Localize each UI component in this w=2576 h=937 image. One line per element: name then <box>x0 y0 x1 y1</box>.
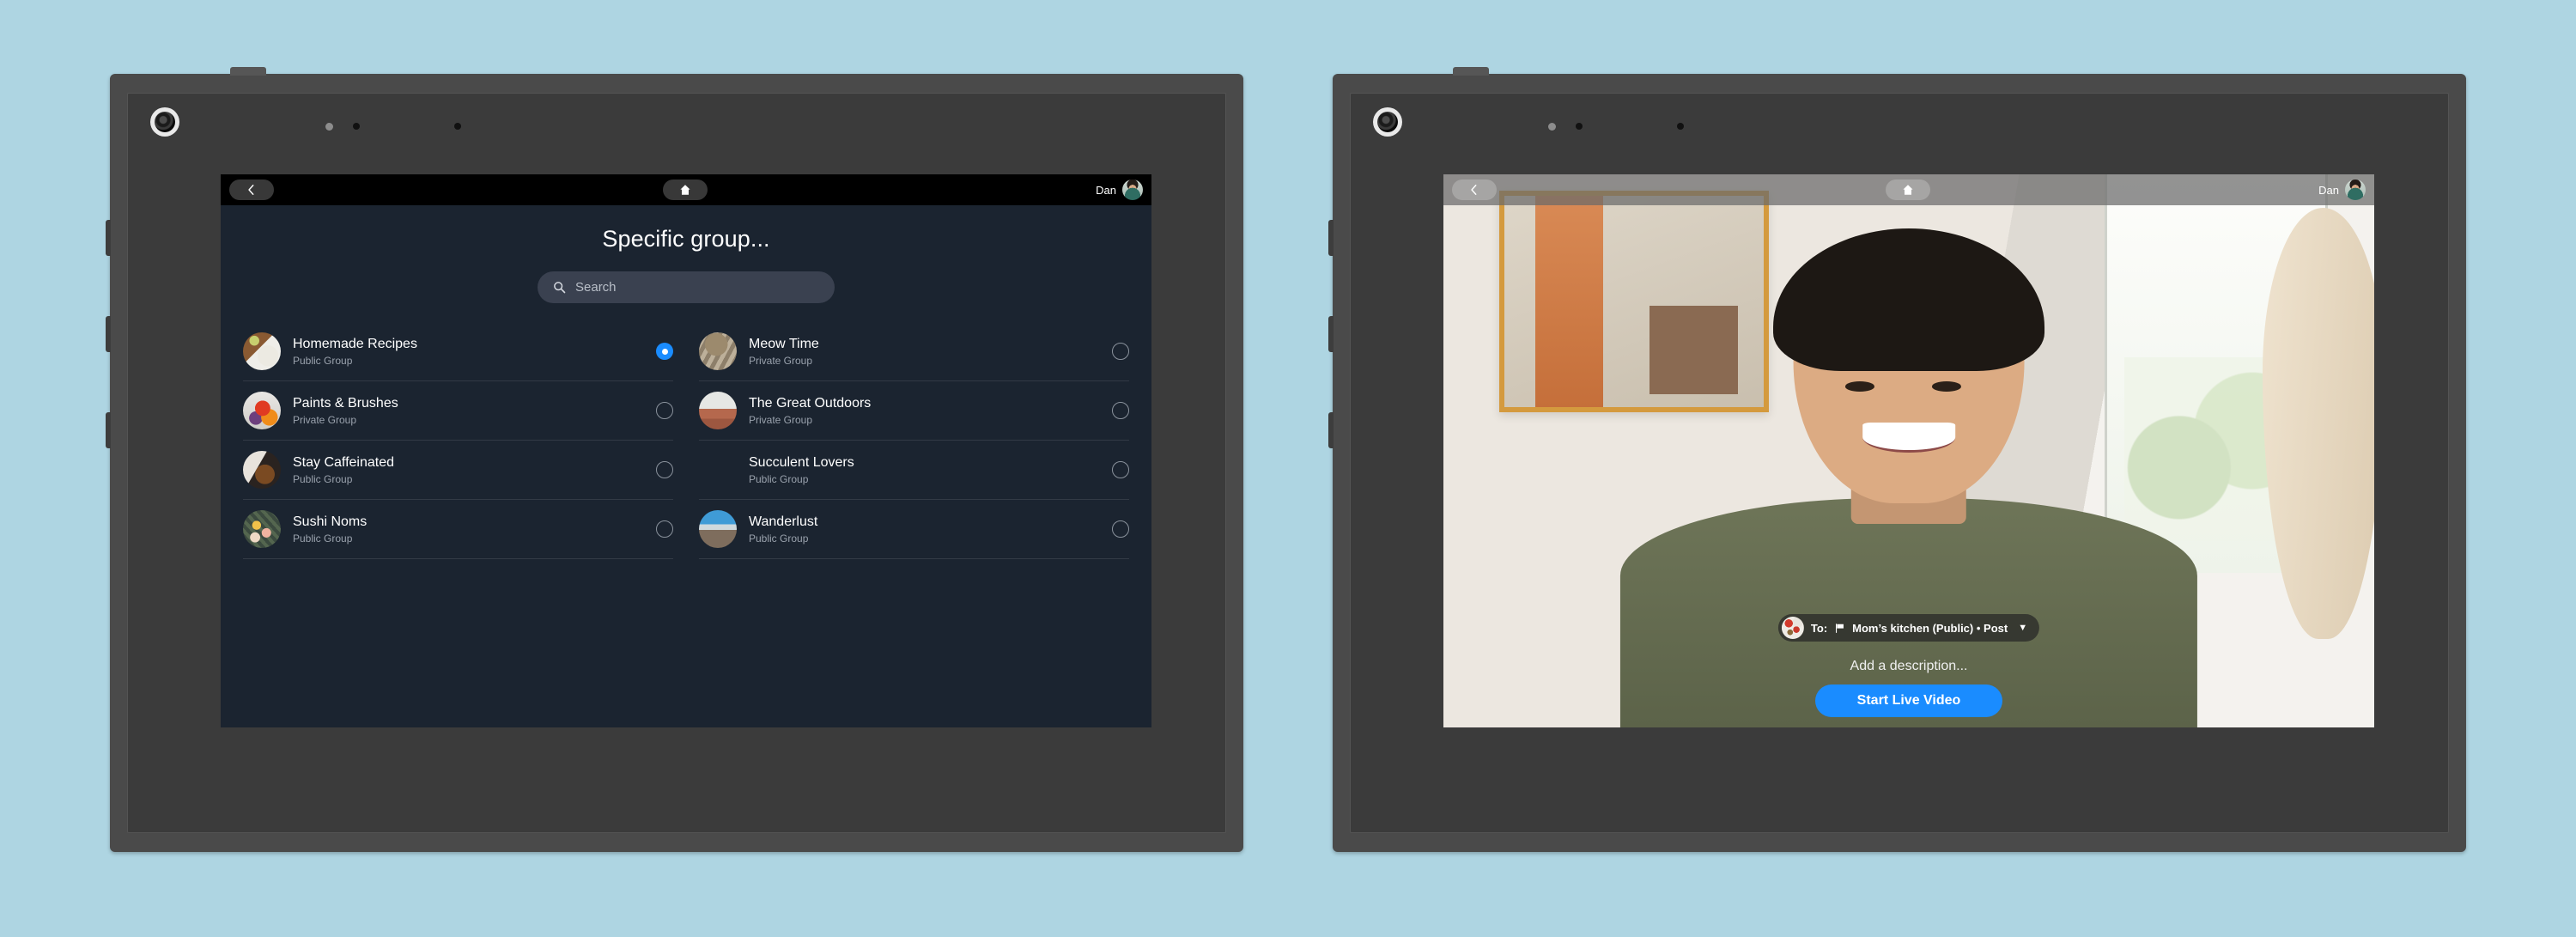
device-right: Dan To: Mom’s kitchen (Public) • Post ▼ … <box>1328 67 2466 852</box>
group-name: Meow Time <box>749 336 819 351</box>
group-name: Wanderlust <box>749 514 818 529</box>
group-name: Paints & Brushes <box>293 395 398 411</box>
group-text: Meow Time Private Group <box>749 336 1100 368</box>
screen-group-picker: Dan Specific group... Search Homemade Re… <box>221 174 1151 727</box>
front-camera-icon <box>150 107 179 137</box>
group-list-item[interactable]: Meow Time Private Group <box>699 322 1129 381</box>
group-radio-button[interactable] <box>1112 343 1129 360</box>
group-thumbnail-mountain-vista <box>699 510 737 548</box>
composer-overlay: To: Mom’s kitchen (Public) • Post ▼ Add … <box>1443 174 2374 727</box>
group-name: Succulent Lovers <box>749 454 854 470</box>
device-left-bezel-surface: Dan Specific group... Search Homemade Re… <box>127 93 1226 833</box>
group-privacy: Private Group <box>749 355 813 368</box>
group-list-item[interactable]: The Great Outdoors Private Group <box>699 381 1129 441</box>
group-radio-button[interactable] <box>1112 461 1129 478</box>
group-thumbnail-desert-hiker <box>699 392 737 429</box>
sensor-dot-dark-2 <box>454 123 461 130</box>
device-left-side-button-2[interactable] <box>106 316 111 352</box>
audience-selector[interactable]: To: Mom’s kitchen (Public) • Post ▼ <box>1777 614 2040 642</box>
sensor-dot-light <box>325 123 333 131</box>
sensor-dot-dark-2 <box>1677 123 1684 130</box>
group-thumbnail-food-plate <box>243 332 281 370</box>
device-left-side-button-3[interactable] <box>106 412 111 448</box>
device-right-side-button-2[interactable] <box>1328 316 1334 352</box>
back-button[interactable] <box>229 179 274 200</box>
group-thumbnail-tabby-cat <box>699 332 737 370</box>
group-name: Stay Caffeinated <box>293 454 395 470</box>
group-radio-button[interactable] <box>656 402 673 419</box>
screenshot-canvas: Dan Specific group... Search Homemade Re… <box>0 0 2576 937</box>
sensor-dot-dark-1 <box>1576 123 1583 130</box>
page-title: Specific group... <box>602 226 770 252</box>
device-left-side-button-1[interactable] <box>106 220 111 256</box>
group-privacy: Private Group <box>293 414 357 427</box>
group-thumbnail-latte-cup <box>243 451 281 489</box>
sensor-dot-dark-1 <box>353 123 360 130</box>
group-text: The Great Outdoors Private Group <box>749 395 1100 427</box>
group-list-item[interactable]: Wanderlust Public Group <box>699 500 1129 559</box>
flag-icon <box>1836 623 1844 633</box>
search-input[interactable]: Search <box>538 271 835 303</box>
group-privacy: Private Group <box>749 414 813 427</box>
group-thumbnail-succulents <box>699 451 737 489</box>
search-icon <box>554 282 566 294</box>
group-text: Stay Caffeinated Public Group <box>293 454 644 486</box>
group-name: The Great Outdoors <box>749 395 872 411</box>
nav-user-name: Dan <box>1096 183 1116 197</box>
sensor-dot-light <box>1548 123 1556 131</box>
group-list-item[interactable]: Paints & Brushes Private Group <box>243 381 673 441</box>
group-radio-button[interactable] <box>1112 402 1129 419</box>
group-text: Succulent Lovers Public Group <box>749 454 1100 486</box>
left-navbar: Dan <box>221 174 1151 205</box>
home-icon <box>679 185 690 195</box>
group-thumbnail-paint-palette <box>243 392 281 429</box>
group-privacy: Public Group <box>293 532 353 545</box>
group-text: Homemade Recipes Public Group <box>293 336 644 368</box>
chevron-down-icon: ▼ <box>2018 623 2028 633</box>
group-radio-button[interactable] <box>656 461 673 478</box>
device-right-side-button-3[interactable] <box>1328 412 1334 448</box>
device-left: Dan Specific group... Search Homemade Re… <box>106 67 1243 852</box>
group-picker-body: Specific group... Search Homemade Recipe… <box>221 205 1151 727</box>
group-thumbnail-sushi-platter <box>243 510 281 548</box>
search-row: Search <box>221 271 1151 303</box>
search-placeholder: Search <box>575 280 617 295</box>
group-name: Sushi Noms <box>293 514 368 529</box>
user-avatar[interactable] <box>1122 179 1143 200</box>
group-privacy: Public Group <box>749 532 809 545</box>
group-list: Homemade Recipes Public Group Meow Time Pri… <box>243 322 1129 559</box>
start-live-video-button[interactable]: Start Live Video <box>1815 684 2002 717</box>
audience-text: Mom’s kitchen (Public) • Post <box>1852 621 2008 635</box>
navbar-user[interactable]: Dan <box>1096 179 1143 200</box>
screen-live-composer: Dan To: Mom’s kitchen (Public) • Post ▼ … <box>1443 174 2374 727</box>
device-left-top-nub <box>230 67 266 76</box>
device-right-top-nub <box>1453 67 1489 76</box>
group-privacy: Public Group <box>749 473 809 486</box>
device-right-bezel-surface: Dan To: Mom’s kitchen (Public) • Post ▼ … <box>1350 93 2449 833</box>
device-right-screen-bezel: Dan To: Mom’s kitchen (Public) • Post ▼ … <box>1350 93 2449 833</box>
group-text: Sushi Noms Public Group <box>293 514 644 545</box>
group-list-item[interactable]: Stay Caffeinated Public Group <box>243 441 673 500</box>
group-name: Homemade Recipes <box>293 336 417 351</box>
device-left-screen-bezel: Dan Specific group... Search Homemade Re… <box>127 93 1226 833</box>
group-list-item[interactable]: Sushi Noms Public Group <box>243 500 673 559</box>
group-radio-button[interactable] <box>656 520 673 538</box>
home-button[interactable] <box>662 179 708 200</box>
audience-group-avatar <box>1781 617 1804 639</box>
description-input[interactable]: Add a description... <box>1443 659 2374 674</box>
group-text: Wanderlust Public Group <box>749 514 1100 545</box>
to-label: To: <box>1810 621 1828 635</box>
group-radio-button[interactable] <box>1112 520 1129 538</box>
chevron-left-icon <box>248 185 254 195</box>
group-privacy: Public Group <box>293 355 353 368</box>
group-radio-button[interactable] <box>656 343 673 360</box>
front-camera-icon <box>1373 107 1402 137</box>
group-privacy: Public Group <box>293 473 353 486</box>
group-list-item[interactable]: Homemade Recipes Public Group <box>243 322 673 381</box>
navbar-center <box>274 179 1096 200</box>
group-text: Paints & Brushes Private Group <box>293 395 644 427</box>
group-list-item[interactable]: Succulent Lovers Public Group <box>699 441 1129 500</box>
device-right-side-button-1[interactable] <box>1328 220 1334 256</box>
